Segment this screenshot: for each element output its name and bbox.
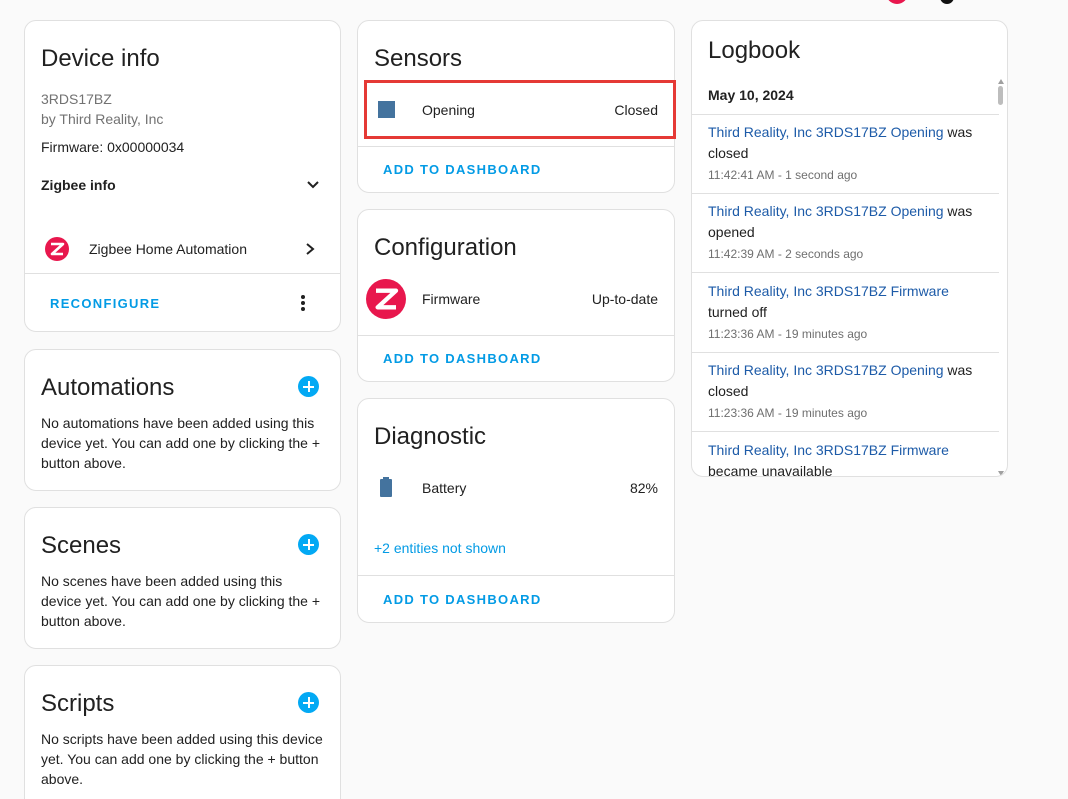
- hidden-entities-link[interactable]: +2 entities not shown: [374, 540, 506, 556]
- add-scene-button[interactable]: [298, 534, 319, 555]
- add-script-button[interactable]: [298, 692, 319, 713]
- log-action-detail: closed: [708, 383, 749, 399]
- log-action-detail: closed: [708, 145, 749, 161]
- device-model: 3RDS17BZ: [41, 91, 112, 107]
- log-time: 11:23:36 AM - 19 minutes ago: [708, 327, 868, 341]
- configuration-add-to-dashboard-button[interactable]: ADD TO DASHBOARD: [383, 351, 542, 366]
- scrollbar-thumb[interactable]: [998, 86, 1003, 105]
- automations-title: Automations: [41, 374, 175, 401]
- logbook-scroll-area[interactable]: May 10, 2024 Third Reality, Inc 3RDS17BZ…: [692, 77, 1007, 476]
- reconfigure-button[interactable]: RECONFIGURE: [50, 296, 160, 311]
- configuration-title: Configuration: [374, 234, 517, 261]
- integration-label: Zigbee Home Automation: [89, 241, 247, 257]
- diagnostic-add-to-dashboard-button[interactable]: ADD TO DASHBOARD: [383, 592, 542, 607]
- sensors-add-to-dashboard-button[interactable]: ADD TO DASHBOARD: [383, 162, 542, 177]
- log-action: was: [947, 362, 973, 378]
- log-entry: Third Reality, Inc 3RDS17BZ Opening was …: [708, 360, 991, 402]
- automations-card: Automations No automations have been add…: [24, 349, 341, 491]
- log-action: was: [947, 203, 973, 219]
- configuration-card: Configuration Firmware Up-to-date ADD TO…: [357, 209, 675, 382]
- device-firmware: Firmware: 0x00000034: [41, 139, 185, 155]
- scripts-empty-text: No scripts have been added using this de…: [41, 731, 323, 787]
- chevron-right-icon: [306, 243, 315, 255]
- sensors-title: Sensors: [374, 45, 463, 72]
- scripts-card: Scripts No scripts have been added using…: [24, 665, 341, 799]
- configuration-label: Firmware: [422, 291, 481, 307]
- zigbee-logo-icon: [366, 279, 406, 319]
- log-separator: [692, 431, 999, 432]
- header-profile-icon[interactable]: [940, 0, 954, 4]
- battery-value: 82%: [629, 480, 658, 496]
- log-action-detail: became unavailable: [708, 463, 833, 476]
- scroll-up-icon[interactable]: [998, 79, 1004, 84]
- chevron-down-icon: [307, 181, 319, 189]
- log-entity-link[interactable]: Third Reality, Inc 3RDS17BZ Firmware: [708, 283, 949, 299]
- device-manufacturer: by Third Reality, Inc: [41, 111, 164, 127]
- configuration-value: Up-to-date: [591, 291, 658, 307]
- log-action-detail: opened: [708, 224, 755, 240]
- logbook-title: Logbook: [708, 37, 801, 64]
- log-time: 11:42:41 AM - 1 second ago: [708, 168, 858, 182]
- diagnostic-divider: [358, 575, 674, 576]
- device-info-title: Device info: [41, 45, 160, 72]
- log-entity-link[interactable]: Third Reality, Inc 3RDS17BZ Opening: [708, 362, 944, 378]
- add-automation-button[interactable]: [298, 376, 319, 397]
- log-entry: Third Reality, Inc 3RDS17BZ Firmware bec…: [708, 440, 991, 476]
- zigbee-info-label: Zigbee info: [41, 177, 116, 193]
- log-entry: Third Reality, Inc 3RDS17BZ Opening was …: [708, 122, 991, 164]
- scenes-title: Scenes: [41, 532, 122, 559]
- zigbee-info-expander[interactable]: Zigbee info: [41, 171, 324, 199]
- diagnostic-row-battery[interactable]: Battery 82%: [358, 465, 674, 511]
- log-time: 11:42:39 AM - 2 seconds ago: [708, 247, 864, 261]
- integration-row-zigbee[interactable]: Zigbee Home Automation: [25, 227, 340, 271]
- logbook-date: May 10, 2024: [708, 87, 794, 103]
- log-separator: [692, 352, 999, 353]
- log-entry: Third Reality, Inc 3RDS17BZ Opening was …: [708, 201, 991, 243]
- log-action-detail: turned off: [708, 304, 767, 320]
- log-separator: [692, 193, 999, 194]
- scenes-card: Scenes No scenes have been added using t…: [24, 507, 341, 649]
- logbook-scrollbar[interactable]: [997, 79, 1005, 476]
- more-vertical-icon[interactable]: [300, 294, 306, 312]
- battery-label: Battery: [422, 480, 467, 496]
- log-action: was: [947, 124, 973, 140]
- log-entity-link[interactable]: Third Reality, Inc 3RDS17BZ Opening: [708, 124, 944, 140]
- log-separator: [692, 114, 999, 115]
- log-time: 11:23:36 AM - 19 minutes ago: [708, 406, 868, 420]
- automations-empty-text: No automations have been added using thi…: [41, 415, 321, 471]
- scenes-empty-text: No scenes have been added using this dev…: [41, 573, 321, 629]
- battery-icon: [380, 477, 392, 497]
- log-entity-link[interactable]: Third Reality, Inc 3RDS17BZ Firmware: [708, 442, 949, 458]
- configuration-divider: [358, 335, 674, 336]
- sensors-divider: [358, 146, 674, 147]
- logbook-card: Logbook May 10, 2024 Third Reality, Inc …: [691, 20, 1008, 477]
- log-entry: Third Reality, Inc 3RDS17BZ Firmware tur…: [708, 281, 991, 323]
- log-separator: [692, 272, 999, 273]
- log-entity-link[interactable]: Third Reality, Inc 3RDS17BZ Opening: [708, 203, 944, 219]
- header-avatar-icon[interactable]: [886, 0, 908, 4]
- diagnostic-title: Diagnostic: [374, 423, 487, 450]
- device-info-divider: [25, 273, 340, 274]
- diagnostic-card: Diagnostic Battery 82% +2 entities not s…: [357, 398, 675, 623]
- configuration-row-firmware[interactable]: Firmware Up-to-date: [358, 276, 674, 322]
- device-info-card: Device info 3RDS17BZ by Third Reality, I…: [24, 20, 341, 332]
- scroll-down-icon[interactable]: [998, 471, 1004, 476]
- scripts-title: Scripts: [41, 690, 115, 717]
- zigbee-logo-icon: [45, 237, 69, 261]
- highlight-box: [364, 80, 676, 139]
